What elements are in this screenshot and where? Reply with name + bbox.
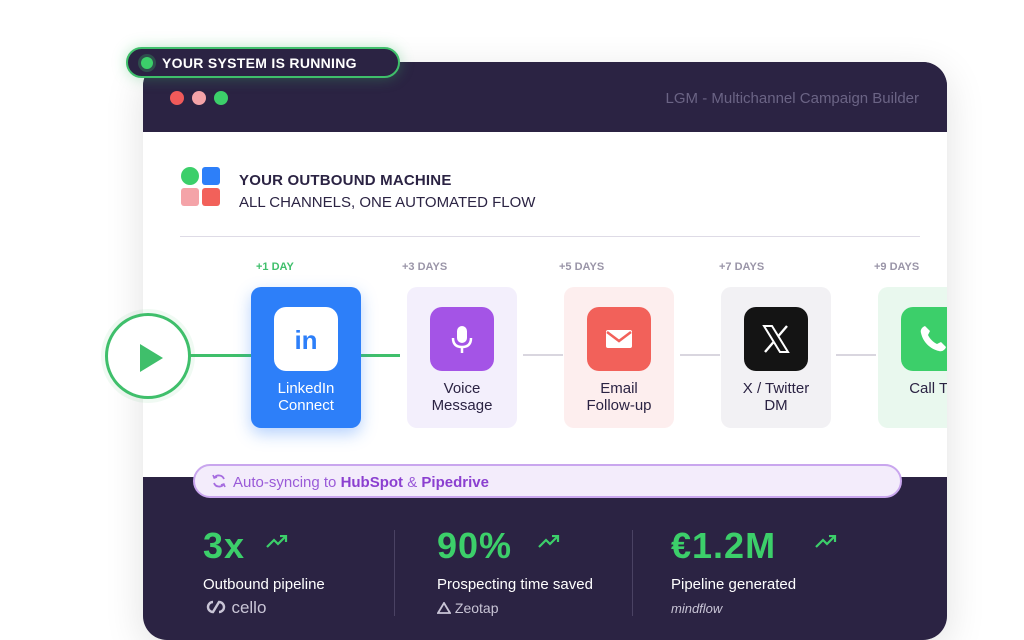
pipedrive-link: Pipedrive — [421, 474, 489, 491]
sync-icon — [212, 474, 226, 488]
step-card-x-twitter-dm[interactable]: X / Twitter DM — [721, 287, 831, 428]
connector-line — [360, 354, 400, 357]
step-card-label: Email Follow-up — [586, 380, 652, 414]
step-card-linkedin-connect[interactable]: in LinkedIn Connect — [251, 287, 361, 428]
connector-line — [836, 354, 876, 356]
crm-sync-bar: Auto-syncing to HubSpot & Pipedrive — [193, 464, 902, 498]
step-card-voice-message[interactable]: Voice Message — [407, 287, 517, 428]
step-card-email-follow-up[interactable]: Email Follow-up — [564, 287, 674, 428]
stat-value: 3x — [203, 525, 246, 566]
brand-logo-cello: cello — [205, 598, 266, 618]
trending-up-icon — [538, 535, 560, 548]
play-icon — [140, 344, 163, 372]
hubspot-link: HubSpot — [340, 474, 404, 491]
step-card-label: Voice Message — [431, 380, 493, 414]
envelope-icon — [587, 307, 651, 371]
stat-label: Outbound pipeline — [203, 576, 325, 593]
cello-logo-icon — [206, 600, 226, 614]
x-icon — [744, 307, 808, 371]
step-delay-label: +7 DAYS — [719, 261, 765, 273]
system-status-badge: YOUR SYSTEM IS RUNNING — [126, 47, 400, 78]
stat-divider — [632, 530, 633, 616]
step-card-call-task[interactable]: Call Ta — [878, 287, 947, 428]
maximize-window-button[interactable] — [214, 91, 228, 105]
microphone-icon — [430, 307, 494, 371]
header-divider — [180, 236, 920, 237]
phone-icon — [901, 307, 947, 371]
system-status-text: YOUR SYSTEM IS RUNNING — [162, 55, 357, 71]
section-subtitle: ALL CHANNELS, ONE AUTOMATED FLOW — [239, 194, 536, 211]
step-card-label: LinkedIn Connect — [277, 380, 335, 414]
step-delay-label: +1 DAY — [256, 261, 294, 273]
step-delay-label: +9 DAYS — [874, 261, 920, 273]
connector-line — [680, 354, 720, 356]
step-delay-label: +5 DAYS — [559, 261, 605, 273]
status-indicator-icon — [141, 57, 153, 69]
zeotap-logo-icon — [436, 601, 452, 614]
step-delay-label: +3 DAYS — [402, 261, 448, 273]
window-title: LGM - Multichannel Campaign Builder — [665, 90, 919, 107]
section-title: YOUR OUTBOUND MACHINE — [239, 172, 452, 189]
play-button[interactable] — [105, 313, 191, 399]
step-card-label: X / Twitter DM — [742, 380, 810, 414]
minimize-window-button[interactable] — [192, 91, 206, 105]
stat-label: Pipeline generated — [671, 576, 797, 593]
trending-up-icon — [815, 535, 837, 548]
sync-text: Auto-syncing to HubSpot & Pipedrive — [233, 474, 489, 491]
linkedin-icon: in — [274, 307, 338, 371]
stage: LGM - Multichannel Campaign Builder YOUR… — [0, 0, 1024, 640]
step-card-label: Call Ta — [909, 380, 947, 397]
trending-up-icon — [266, 535, 288, 548]
stat-divider — [394, 530, 395, 616]
stat-label: Prospecting time saved — [437, 576, 593, 593]
stat-value: €1.2M — [671, 525, 777, 566]
connector-line — [190, 354, 252, 357]
close-window-button[interactable] — [170, 91, 184, 105]
svg-text:in: in — [294, 325, 317, 355]
stat-value: 90% — [437, 525, 513, 566]
brand-logo-zeotap: Zeotap — [436, 600, 498, 616]
connector-line — [523, 354, 563, 356]
outbound-machine-logo-icon — [181, 167, 221, 209]
brand-logo-mindflow: mindflow — [671, 601, 723, 616]
